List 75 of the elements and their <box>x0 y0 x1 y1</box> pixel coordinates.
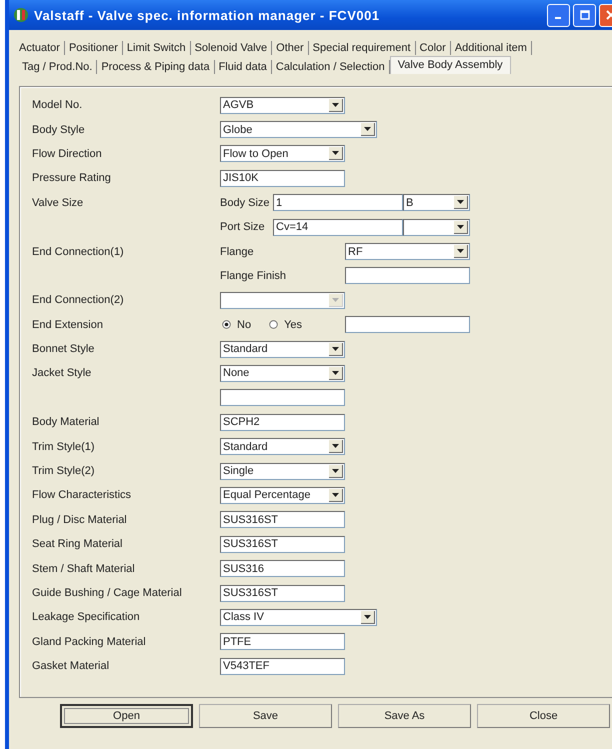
tab[interactable]: Additional item <box>450 40 532 54</box>
field-label: Gland Packing Material <box>32 636 147 648</box>
field-label: Stem / Shaft Material <box>32 562 136 575</box>
tab[interactable]: Other <box>272 40 309 54</box>
field-label: Valve Size <box>32 196 84 209</box>
tab[interactable]: Limit Switch <box>122 40 191 54</box>
field-label: Flow Characteristics <box>32 489 132 502</box>
dropdown[interactable]: Globe <box>220 121 377 138</box>
field-label: Flange Finish <box>220 270 288 282</box>
field-label: Guide Bushing / Cage Material <box>32 587 183 599</box>
text-field[interactable]: PTFE <box>220 633 345 650</box>
radio-icon[interactable] <box>269 320 278 330</box>
text-field[interactable]: SUS316 <box>220 560 345 578</box>
radio-option[interactable]: No <box>220 318 254 332</box>
dropdown[interactable]: Standard <box>220 438 345 456</box>
field-label: Seat Ring Material <box>32 538 124 550</box>
field-label: Body Size <box>220 196 271 209</box>
tab[interactable]: Positioner <box>64 40 123 54</box>
dialog-button[interactable]: Close <box>477 704 610 728</box>
tab[interactable]: Process & Piping data <box>97 60 215 74</box>
field-label: Flange <box>220 246 255 258</box>
field-label: Trim Style(2) <box>32 465 96 478</box>
dialog-button[interactable]: Save As <box>338 704 471 728</box>
tab[interactable]: Special requirement <box>308 40 416 54</box>
text-field[interactable]: SUS316ST <box>220 584 345 602</box>
app-icon <box>13 7 29 23</box>
radio-icon[interactable] <box>222 320 231 330</box>
field-label: Pressure Rating <box>32 172 112 184</box>
tab[interactable]: Color <box>416 40 451 54</box>
text-field[interactable]: 1 <box>273 194 403 212</box>
tab[interactable]: Solenoid Valve <box>190 40 272 54</box>
field-label: End Connection(1) <box>32 246 125 258</box>
field-label: Body Style <box>32 124 86 136</box>
dropdown[interactable]: B <box>403 194 470 212</box>
tab[interactable]: Actuator <box>15 40 65 54</box>
text-field[interactable]: SUS316ST <box>220 511 345 528</box>
dropdown[interactable]: Equal Percentage <box>220 486 345 504</box>
text-field[interactable]: V543TEF <box>220 658 345 675</box>
text-field[interactable] <box>345 267 470 284</box>
field-label: Jacket Style <box>32 367 92 380</box>
tab[interactable]: Tag / Prod.No. <box>18 60 98 74</box>
dialog-button[interactable]: Save <box>199 704 332 728</box>
dropdown[interactable]: Standard <box>220 340 345 358</box>
field-label: Port Size <box>220 221 266 234</box>
field-label: Trim Style(1) <box>32 440 96 453</box>
dropdown[interactable]: None <box>220 364 345 382</box>
maximize-icon[interactable] <box>580 10 590 20</box>
field-label: Leakage Specification <box>32 611 141 624</box>
radio-option[interactable]: Yes <box>267 318 304 332</box>
dialog-button[interactable]: Open <box>60 704 193 728</box>
field-label: Plug / Disc Material <box>32 514 128 526</box>
text-field[interactable]: Cv=14 <box>273 218 403 236</box>
dropdown[interactable]: Flow to Open <box>220 145 345 162</box>
tab[interactable]: Valve Body Assembly <box>390 56 511 74</box>
window-title: Valstaff - Valve spec. information manager - FCV001 <box>34 8 381 22</box>
field-label: Model No. <box>32 99 84 112</box>
dropdown[interactable]: RF <box>345 243 470 260</box>
dropdown[interactable]: Single <box>220 462 345 480</box>
text-field[interactable] <box>345 316 470 334</box>
text-field[interactable]: JIS10K <box>220 170 345 187</box>
field-label: End Connection(2) <box>32 294 125 306</box>
tab[interactable]: Fluid data <box>214 60 272 74</box>
field-label: Body Material <box>32 416 100 428</box>
field-label: Bonnet Style <box>32 343 96 356</box>
dropdown[interactable] <box>403 218 470 236</box>
text-field[interactable] <box>220 389 345 406</box>
dropdown[interactable]: AGVB <box>220 96 345 114</box>
minimize-button[interactable] <box>547 4 570 26</box>
maximize-button[interactable] <box>573 4 596 26</box>
text-field[interactable]: SCPH2 <box>220 414 345 431</box>
field-label: Gasket Material <box>32 660 110 672</box>
field-label: End Extension <box>32 318 104 331</box>
dropdown[interactable]: Class IV <box>220 608 377 626</box>
field-label: Flow Direction <box>32 148 103 160</box>
text-field[interactable]: SUS316ST <box>220 536 345 553</box>
